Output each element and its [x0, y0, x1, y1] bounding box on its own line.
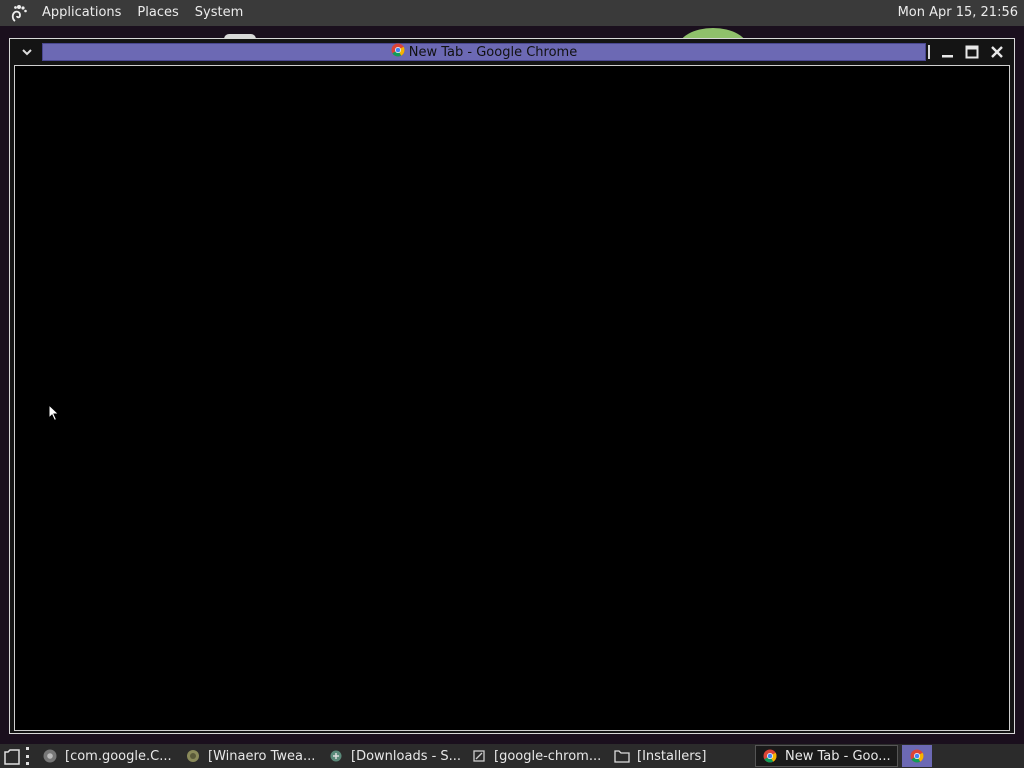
- taskbar-item[interactable]: [com.google.C...: [36, 745, 179, 767]
- mouse-cursor-icon: [48, 403, 60, 426]
- show-desktop-button[interactable]: [0, 745, 24, 767]
- chrome-window: New Tab - Google Chrome: [9, 38, 1015, 734]
- window-menu-button[interactable]: [14, 43, 40, 61]
- panel-handle-icon[interactable]: [26, 747, 32, 765]
- taskbar-item[interactable]: [Downloads - S...: [322, 745, 465, 767]
- tray-chrome-button[interactable]: [902, 745, 932, 767]
- chrome-icon: [391, 43, 405, 61]
- menu-applications[interactable]: Applications: [34, 0, 129, 26]
- close-icon: [991, 46, 1003, 58]
- taskbar-item-label: New Tab - Goo...: [785, 748, 891, 764]
- taskbar-item-label: [Downloads - S...: [351, 748, 462, 764]
- minimize-button[interactable]: [936, 43, 958, 61]
- script-icon: [471, 748, 487, 764]
- taskbar-item[interactable]: [Winaero Twea...: [179, 745, 322, 767]
- taskbar-item-label: [google-chrom...: [494, 748, 602, 764]
- desktop-icon: [4, 749, 20, 765]
- window-title-bar[interactable]: New Tab - Google Chrome: [42, 43, 926, 61]
- minimize-icon: [942, 55, 953, 58]
- menu-places[interactable]: Places: [129, 0, 186, 26]
- top-panel: Applications Places System Mon Apr 15, 2…: [0, 0, 1024, 26]
- taskbar-item[interactable]: [Installers]: [608, 745, 751, 767]
- taskbar-item-active[interactable]: New Tab - Goo...: [755, 745, 898, 767]
- chevron-down-icon: [22, 49, 32, 56]
- menu-system[interactable]: System: [187, 0, 251, 26]
- browser-content-area[interactable]: [14, 65, 1010, 731]
- winaero-icon: [185, 748, 201, 764]
- taskbar-item-label: [com.google.C...: [65, 748, 172, 764]
- taskbar-item-label: [Installers]: [637, 748, 707, 764]
- maximize-button[interactable]: [961, 43, 983, 61]
- chrome-icon: [910, 749, 924, 763]
- window-titlebar[interactable]: New Tab - Google Chrome: [10, 39, 1014, 65]
- window-title: New Tab - Google Chrome: [408, 44, 578, 60]
- titlebar-separator: [928, 45, 930, 59]
- maximize-icon: [965, 45, 979, 59]
- chrome-icon: [762, 748, 778, 764]
- close-button[interactable]: [986, 43, 1008, 61]
- clock[interactable]: Mon Apr 15, 21:56: [898, 0, 1018, 26]
- chrome-icon: [42, 748, 58, 764]
- gnome-foot-icon[interactable]: [8, 2, 30, 24]
- app-icon: [328, 748, 344, 764]
- folder-icon: [614, 748, 630, 764]
- taskbar: [com.google.C... [Winaero Twea... [Downl…: [0, 744, 1024, 768]
- taskbar-item[interactable]: [google-chrom...: [465, 745, 608, 767]
- taskbar-item-label: [Winaero Twea...: [208, 748, 316, 764]
